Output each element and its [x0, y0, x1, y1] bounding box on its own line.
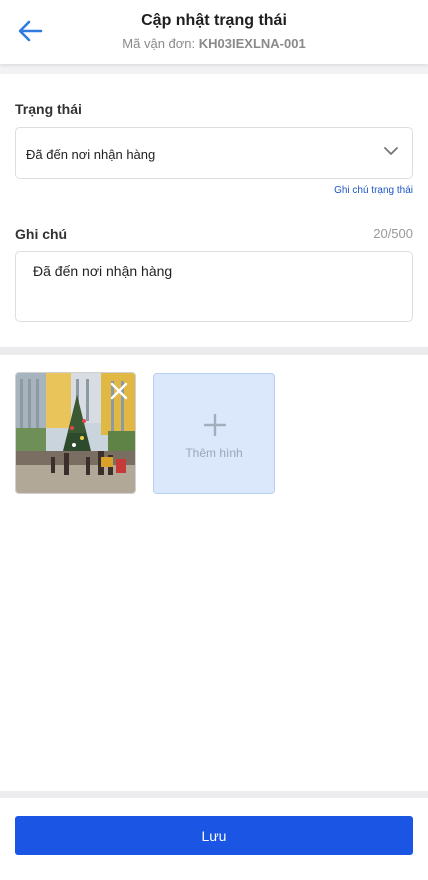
- status-label: Trạng thái: [15, 101, 82, 117]
- waybill-code: KH03IEXLNA-001: [198, 36, 306, 51]
- status-select[interactable]: Đã đến nơi nhận hàng: [15, 127, 413, 179]
- page-title: Cập nhật trạng thái: [141, 12, 287, 29]
- chevron-down-icon: [384, 147, 398, 155]
- section-divider: [0, 347, 428, 355]
- plus-icon: [204, 414, 226, 436]
- note-char-counter: 20/500: [373, 226, 413, 241]
- add-photo-label: Thêm hình: [185, 446, 243, 460]
- header-bar: Cập nhật trạng thái Mã vận đơn: KH03IEXL…: [0, 0, 428, 64]
- note-textarea[interactable]: Đã đến nơi nhận hàng: [15, 251, 413, 322]
- add-photo-button[interactable]: Thêm hình: [153, 373, 275, 494]
- status-selected-value: Đã đến nơi nhận hàng: [26, 147, 156, 162]
- remove-photo-button[interactable]: [108, 380, 130, 402]
- save-button[interactable]: Lưu: [15, 816, 413, 855]
- waybill-label: Mã vận đơn:: [122, 36, 196, 51]
- waybill-info: Mã vận đơn: KH03IEXLNA-001: [0, 36, 428, 51]
- status-note-link[interactable]: Ghi chú trạng thái: [334, 185, 413, 196]
- section-divider: [0, 64, 428, 74]
- section-divider: [0, 791, 428, 798]
- close-icon: [110, 382, 128, 400]
- note-label: Ghi chú: [15, 226, 68, 242]
